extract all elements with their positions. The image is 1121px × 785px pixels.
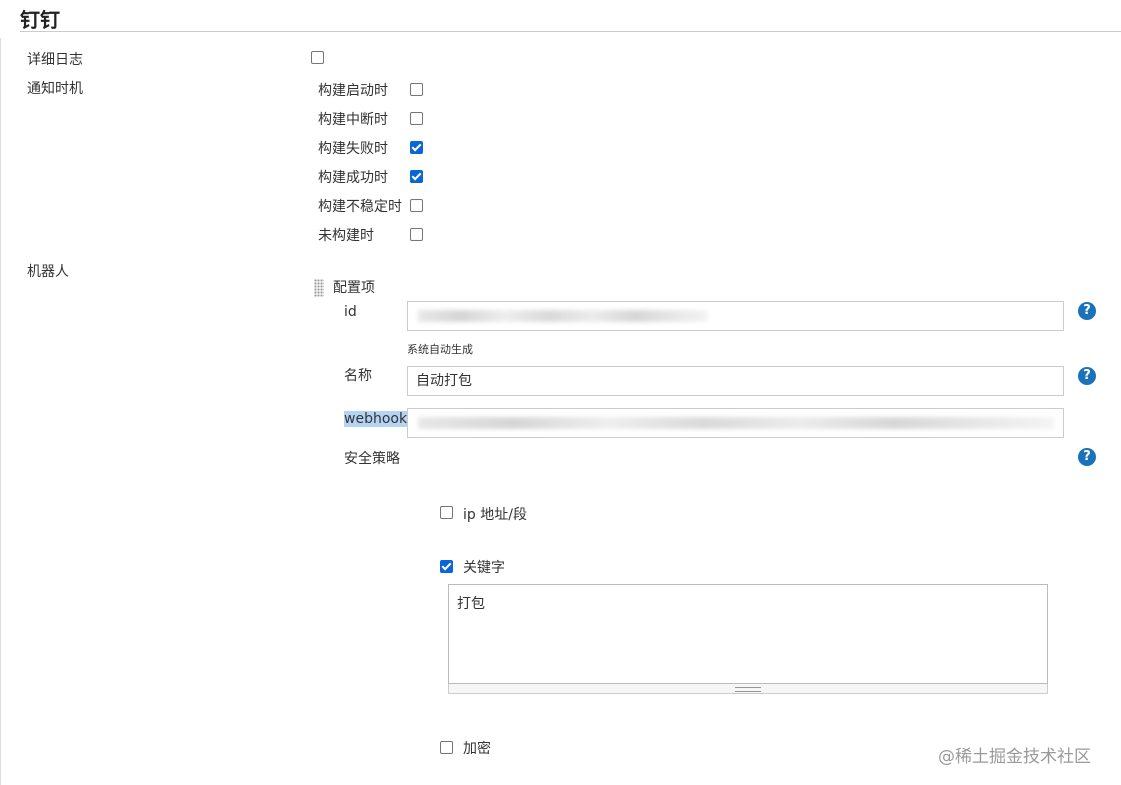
- ip-checkbox[interactable]: [440, 506, 453, 519]
- notify-start-checkbox[interactable]: [410, 83, 423, 96]
- section-title: 钉钉: [20, 8, 60, 32]
- notify-option-label: 未构建时: [318, 228, 374, 244]
- encrypt-label: 加密: [463, 741, 491, 757]
- name-help-icon[interactable]: ?: [1078, 367, 1096, 385]
- resize-grip-icon: [735, 687, 761, 692]
- left-border: [0, 38, 1, 785]
- notify-failure-checkbox[interactable]: [410, 141, 423, 154]
- notify-success-checkbox[interactable]: [410, 170, 423, 183]
- name-input[interactable]: 自动打包: [407, 366, 1064, 396]
- redacted-value: [418, 417, 1054, 429]
- notify-abort-checkbox[interactable]: [410, 112, 423, 125]
- ip-label: ip 地址/段: [463, 507, 527, 523]
- security-help-icon[interactable]: ?: [1078, 448, 1096, 466]
- notify-option-label: 构建成功时: [318, 170, 388, 186]
- webhook-input[interactable]: [407, 408, 1064, 438]
- encrypt-checkbox[interactable]: [440, 741, 453, 754]
- keyword-textarea[interactable]: 打包: [448, 584, 1048, 684]
- id-hint: 系统自动生成: [407, 343, 473, 356]
- drag-handle-icon[interactable]: [314, 279, 324, 297]
- verbose-log-checkbox[interactable]: [311, 51, 324, 64]
- textarea-resize-bar[interactable]: [448, 684, 1048, 694]
- notify-unstable-checkbox[interactable]: [410, 199, 423, 212]
- notify-option-label: 构建启动时: [318, 83, 388, 99]
- config-title: 配置项: [333, 280, 375, 296]
- notify-option-label: 构建中断时: [318, 112, 388, 128]
- redacted-value: [418, 310, 708, 322]
- security-label: 安全策略: [344, 451, 400, 467]
- notify-notbuilt-checkbox[interactable]: [410, 228, 423, 241]
- keyword-checkbox[interactable]: [440, 560, 453, 573]
- notify-option-label: 构建不稳定时: [318, 199, 402, 215]
- verbose-log-label: 详细日志: [27, 52, 83, 68]
- section-divider: [20, 31, 1121, 32]
- notify-label: 通知时机: [27, 81, 83, 97]
- webhook-label-text: webhook: [344, 411, 408, 427]
- notify-option-label: 构建失败时: [318, 141, 388, 157]
- id-input[interactable]: [407, 301, 1064, 331]
- robot-label: 机器人: [27, 264, 69, 280]
- keyword-label: 关键字: [463, 560, 505, 576]
- id-help-icon[interactable]: ?: [1078, 302, 1096, 320]
- name-label: 名称: [344, 368, 372, 384]
- watermark: @稀土掘金技术社区: [938, 747, 1091, 767]
- id-label: id: [344, 304, 357, 320]
- webhook-label: webhook: [344, 410, 408, 428]
